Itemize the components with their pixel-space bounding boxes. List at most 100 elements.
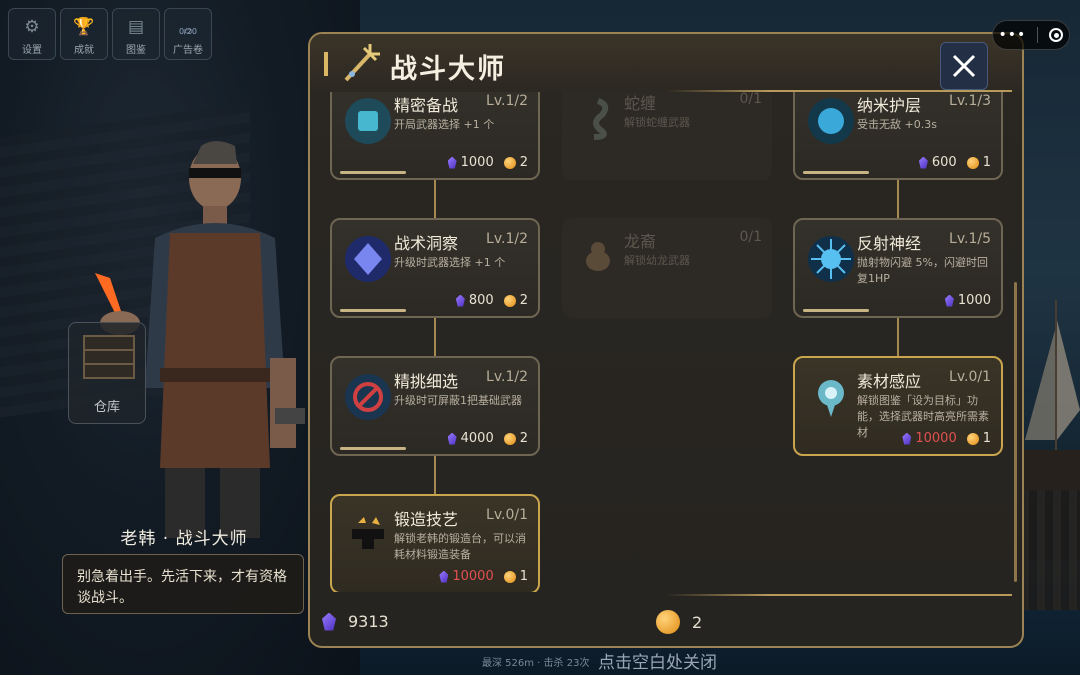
gem-balance-value: 9313 (348, 612, 389, 631)
skill-card-dragon-locked[interactable]: 龙裔 0/1 解锁幼龙武器 (562, 218, 772, 318)
gem-icon (918, 156, 928, 169)
level-progress-bar (340, 447, 406, 450)
skill-level: Lv.1/2 (486, 231, 528, 247)
anvil-icon (352, 517, 384, 549)
top-menu: ⚙ 设置 🏆 成就 ▤ 图鉴 0/20 ▭ 广告卷 (8, 8, 212, 60)
skill-level: Lv.1/2 (486, 369, 528, 385)
skill-card-precise-preparation[interactable]: 精密备战 Lv.1/2 开局武器选择 +1 个 1000 2 (330, 92, 540, 180)
coin-icon (503, 570, 516, 583)
mini-program-capsule: ••• (992, 20, 1070, 50)
skill-panel: 战斗大师 精密备战 Lv.1/2 开局武器选择 +1 个 1000 2 战术洞察… (308, 32, 1024, 648)
book-icon: ▤ (127, 17, 145, 37)
gem-icon (944, 294, 954, 307)
trident-icon (344, 44, 380, 82)
skill-level: Lv.1/5 (949, 231, 991, 247)
tree-connector (897, 180, 899, 218)
skill-name: 精密备战 (394, 96, 459, 115)
coin-cost: 1 (982, 155, 991, 170)
skill-tree: 精密备战 Lv.1/2 开局武器选择 +1 个 1000 2 战术洞察 Lv.1… (310, 92, 1022, 592)
header-accent-bar (324, 52, 328, 76)
skill-cost: 10000 1 (439, 569, 528, 584)
gem-icon (447, 156, 457, 169)
skill-name: 反射神经 (857, 234, 922, 253)
skill-name: 锻造技艺 (394, 510, 459, 529)
achievements-label: 成就 (74, 45, 94, 56)
panel-title: 战斗大师 (390, 54, 506, 85)
level-progress-bar (340, 309, 406, 312)
skill-card-careful-selection[interactable]: 精挑细选 Lv.1/2 升级时可屏蔽1把基础武器 4000 2 (330, 356, 540, 456)
coin-icon (503, 156, 516, 169)
gem-icon (455, 294, 465, 307)
warehouse-button[interactable]: 仓库 (68, 322, 146, 424)
skill-desc: 解锁幼龙武器 (624, 254, 690, 267)
gem-cost: 10000 (452, 569, 494, 584)
cards-icon (345, 98, 391, 144)
skill-card-reflex[interactable]: 反射神经 Lv.1/5 抛射物闪避 5%，闪避时回复1HP 1000 (793, 218, 1003, 318)
codex-button[interactable]: ▤ 图鉴 (112, 8, 160, 60)
gem-icon (322, 612, 336, 631)
skill-name: 素材感应 (857, 372, 922, 391)
level-progress-bar (803, 309, 869, 312)
coin-cost: 2 (519, 431, 528, 446)
close-button[interactable] (940, 42, 988, 90)
gem-cost: 10000 (915, 431, 957, 446)
gear-icon: ⚙ (24, 17, 40, 37)
gem-icon (902, 432, 912, 445)
close-hint: 点击空白处关闭 (598, 653, 717, 673)
skill-name: 精挑细选 (394, 372, 459, 391)
ad-ticket-button[interactable]: 0/20 ▭ 广告卷 (164, 8, 212, 60)
coin-cost: 2 (519, 293, 528, 308)
coin-cost: 1 (519, 569, 528, 584)
skill-level: 0/1 (739, 229, 762, 245)
skill-desc: 受击无敌 +0.3s (857, 118, 937, 131)
coin-cost: 2 (519, 155, 528, 170)
codex-label: 图鉴 (126, 45, 146, 56)
ad-ticket-count: 0/20 (179, 27, 197, 36)
skill-cost: 10000 1 (902, 431, 991, 446)
skill-card-snake-locked[interactable]: 蛇缠 0/1 解锁蛇缠武器 (562, 92, 772, 180)
skill-name: 龙裔 (624, 232, 657, 251)
run-stats: 最深 526m · 击杀 23次 (482, 658, 590, 669)
snake-icon (593, 98, 609, 140)
coin-cost: 1 (982, 431, 991, 446)
coin-icon (656, 610, 680, 634)
skill-cost: 800 2 (455, 293, 528, 308)
skill-cost: 1000 (944, 293, 991, 308)
skill-desc: 抛射物闪避 5%，闪避时回复1HP (857, 256, 988, 285)
skill-level: Lv.0/1 (486, 507, 528, 523)
npc-speech-bubble: 别急着出手。先活下来，才有资格谈战斗。 (62, 554, 304, 614)
capsule-divider (1037, 27, 1039, 43)
level-progress-bar (340, 171, 406, 174)
coin-icon (966, 432, 979, 445)
more-icon[interactable]: ••• (999, 27, 1027, 43)
skill-name: 纳米护层 (857, 96, 922, 115)
skill-desc: 升级时可屏蔽1把基础武器 (394, 394, 522, 407)
skill-desc: 开局武器选择 +1 个 (394, 118, 495, 131)
skill-card-forging-craft[interactable]: 锻造技艺 Lv.0/1 解锁老韩的锻造台，可以消耗材料锻造装备 10000 1 (330, 494, 540, 592)
tree-connector (897, 318, 899, 356)
tree-connector (434, 318, 436, 356)
gem-icon (439, 570, 449, 583)
scrollbar[interactable] (1014, 282, 1017, 582)
panel-header: 战斗大师 (310, 34, 1022, 92)
gem-icon (447, 432, 457, 445)
tree-connector (434, 456, 436, 494)
skill-card-nano-shield[interactable]: 纳米护层 Lv.1/3 受击无敌 +0.3s 600 1 (793, 92, 1003, 180)
exit-target-icon[interactable] (1049, 28, 1064, 42)
npc-name: 老韩 · 战斗大师 (120, 529, 248, 549)
tree-connector (434, 180, 436, 218)
dragon-icon (586, 242, 610, 271)
skill-desc: 解锁老韩的锻造台，可以消耗材料锻造装备 (394, 532, 526, 561)
settings-button[interactable]: ⚙ 设置 (8, 8, 56, 60)
gem-cost: 1000 (460, 155, 494, 170)
skill-card-tactical-insight[interactable]: 战术洞察 Lv.1/2 升级时武器选择 +1 个 800 2 (330, 218, 540, 318)
gem-balance: 9313 (322, 612, 389, 631)
footer-divider (666, 594, 1012, 596)
achievements-button[interactable]: 🏆 成就 (60, 8, 108, 60)
skill-card-material-sense[interactable]: 素材感应 Lv.0/1 解锁图鉴「设为目标」功能，选择武器时高亮所需素材 100… (793, 356, 1003, 456)
gem-cost: 4000 (460, 431, 494, 446)
coin-balance: 2 (656, 610, 702, 634)
coin-balance-value: 2 (692, 612, 703, 632)
shelf-icon (83, 335, 135, 379)
material-sense-icon (818, 380, 844, 417)
